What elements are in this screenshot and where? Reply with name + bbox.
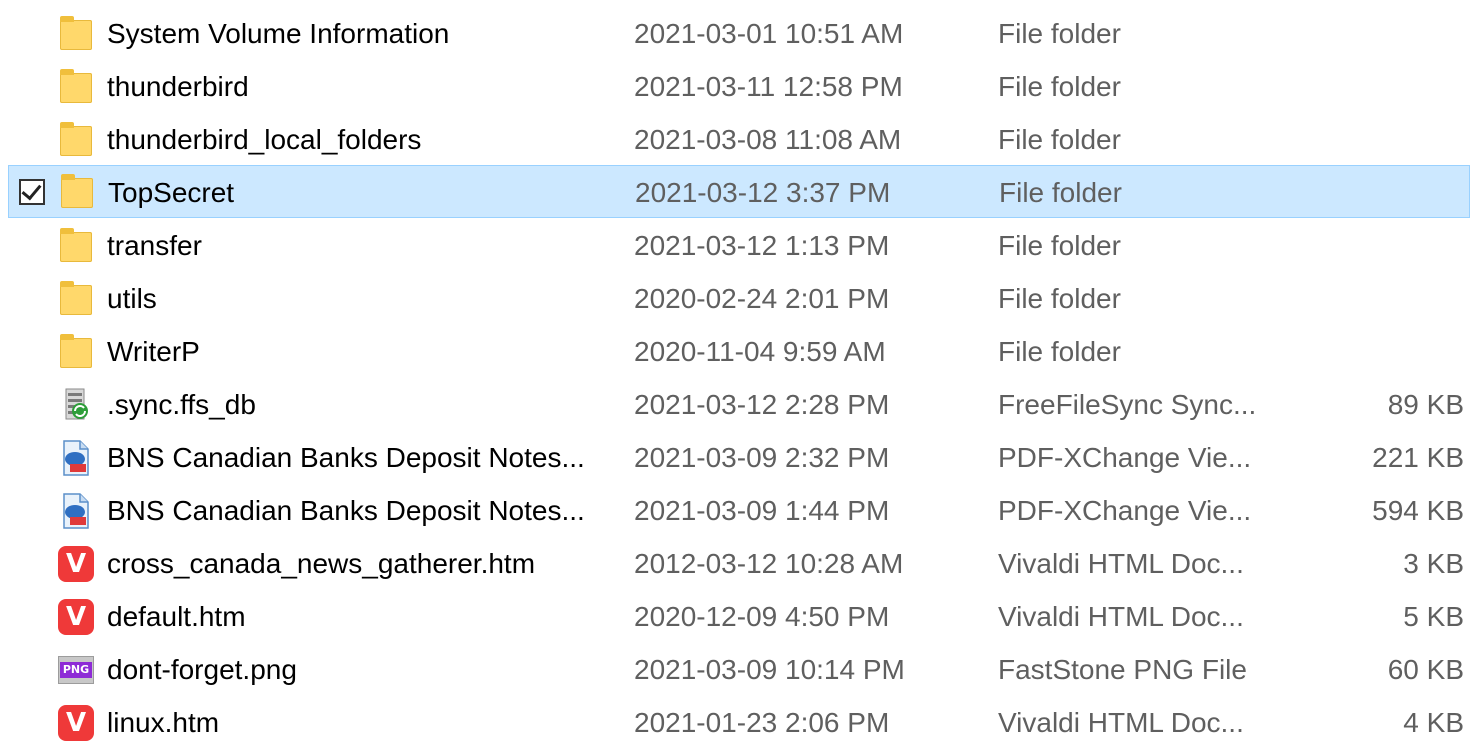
- file-type: File folder: [998, 230, 1121, 261]
- file-type: File folder: [999, 177, 1122, 208]
- file-size: 5 KB: [1403, 601, 1464, 632]
- file-row-selected[interactable]: TopSecret 2021-03-12 3:37 PM File folder: [8, 165, 1470, 218]
- file-row[interactable]: V linux.htm 2021-01-23 2:06 PM Vivaldi H…: [0, 696, 1470, 749]
- file-size: 89 KB: [1387, 389, 1464, 420]
- file-name: TopSecret: [108, 177, 235, 208]
- file-name: utils: [107, 283, 157, 314]
- file-date-modified: 2021-03-08 11:08 AM: [634, 124, 902, 155]
- pdf-xchange-icon: [58, 440, 94, 476]
- file-type: Vivaldi HTML Doc...: [998, 548, 1244, 579]
- file-date-modified: 2020-11-04 9:59 AM: [634, 336, 886, 367]
- vivaldi-icon: V: [58, 599, 94, 635]
- file-type: Vivaldi HTML Doc...: [998, 707, 1244, 738]
- file-date-modified: 2021-03-12 2:28 PM: [634, 389, 890, 420]
- file-date-modified: 2021-03-12 3:37 PM: [635, 177, 891, 208]
- file-row[interactable]: utils 2020-02-24 2:01 PM File folder: [0, 272, 1470, 325]
- folder-icon: [58, 69, 94, 105]
- file-row[interactable]: V cross_canada_news_gatherer.htm 2012-03…: [0, 537, 1470, 590]
- file-date-modified: 2021-03-01 10:51 AM: [634, 18, 904, 49]
- file-size: 221 KB: [1372, 442, 1464, 473]
- row-checkbox[interactable]: [19, 179, 45, 205]
- file-size: 60 KB: [1387, 654, 1464, 685]
- file-date-modified: 2021-03-09 2:32 PM: [634, 442, 890, 473]
- file-name: .sync.ffs_db: [107, 389, 256, 420]
- file-row[interactable]: BNS Canadian Banks Deposit Notes... 2021…: [0, 431, 1470, 484]
- file-type: File folder: [998, 336, 1121, 367]
- folder-icon: [58, 16, 94, 52]
- file-list: System Volume Information 2021-03-01 10:…: [0, 0, 1470, 741]
- folder-icon: [58, 122, 94, 158]
- file-row[interactable]: thunderbird_local_folders 2021-03-08 11:…: [0, 113, 1470, 166]
- file-row[interactable]: transfer 2021-03-12 1:13 PM File folder: [0, 219, 1470, 272]
- file-name: linux.htm: [107, 707, 220, 738]
- file-type: File folder: [998, 124, 1121, 155]
- vivaldi-icon: V: [58, 705, 94, 741]
- file-row[interactable]: V default.htm 2020-12-09 4:50 PM Vivaldi…: [0, 590, 1470, 643]
- file-type: FastStone PNG File: [998, 654, 1247, 685]
- file-name: WriterP: [107, 336, 200, 367]
- file-date-modified: 2020-02-24 2:01 PM: [634, 283, 890, 314]
- checkmark-icon: [21, 179, 42, 201]
- png-file-icon: PNG: [58, 652, 94, 688]
- file-name: dont-forget.png: [107, 654, 297, 685]
- file-name: cross_canada_news_gatherer.htm: [107, 548, 536, 579]
- file-type: File folder: [998, 283, 1121, 314]
- file-name: System Volume Information: [107, 18, 450, 49]
- file-row[interactable]: PNG dont-forget.png 2021-03-09 10:14 PM …: [0, 643, 1470, 696]
- file-date-modified: 2021-03-11 12:58 PM: [634, 71, 903, 102]
- file-date-modified: 2021-03-09 10:14 PM: [634, 654, 905, 685]
- file-row[interactable]: BNS Canadian Banks Deposit Notes... 2021…: [0, 484, 1470, 537]
- file-size: 3 KB: [1403, 548, 1464, 579]
- file-row[interactable]: System Volume Information 2021-03-01 10:…: [0, 7, 1470, 60]
- file-row[interactable]: .sync.ffs_db 2021-03-12 2:28 PM FreeFile…: [0, 378, 1470, 431]
- file-name: default.htm: [107, 601, 246, 632]
- png-icon-label: PNG: [60, 662, 92, 678]
- file-row[interactable]: thunderbird 2021-03-11 12:58 PM File fol…: [0, 60, 1470, 113]
- file-type: File folder: [998, 18, 1121, 49]
- file-type: Vivaldi HTML Doc...: [998, 601, 1244, 632]
- folder-icon: [59, 174, 95, 210]
- file-name: thunderbird_local_folders: [107, 124, 422, 155]
- folder-icon: [58, 228, 94, 264]
- file-name: transfer: [107, 230, 202, 261]
- file-row[interactable]: WriterP 2020-11-04 9:59 AM File folder: [0, 325, 1470, 378]
- folder-icon: [58, 334, 94, 370]
- file-name: BNS Canadian Banks Deposit Notes...: [107, 495, 585, 526]
- file-size: 594 KB: [1372, 495, 1464, 526]
- file-date-modified: 2021-03-12 1:13 PM: [634, 230, 890, 261]
- folder-icon: [58, 281, 94, 317]
- file-name: thunderbird: [107, 71, 249, 102]
- vivaldi-icon: V: [58, 546, 94, 582]
- file-type: PDF-XChange Vie...: [998, 442, 1252, 473]
- freefilesync-db-icon: [58, 387, 94, 423]
- file-type: FreeFileSync Sync...: [998, 389, 1257, 420]
- file-name: BNS Canadian Banks Deposit Notes...: [107, 442, 585, 473]
- pdf-xchange-icon: [58, 493, 94, 529]
- file-date-modified: 2012-03-12 10:28 AM: [634, 548, 904, 579]
- file-type: PDF-XChange Vie...: [998, 495, 1252, 526]
- file-date-modified: 2020-12-09 4:50 PM: [634, 601, 890, 632]
- file-size: 4 KB: [1403, 707, 1464, 738]
- file-date-modified: 2021-01-23 2:06 PM: [634, 707, 890, 738]
- file-type: File folder: [998, 71, 1121, 102]
- file-date-modified: 2021-03-09 1:44 PM: [634, 495, 890, 526]
